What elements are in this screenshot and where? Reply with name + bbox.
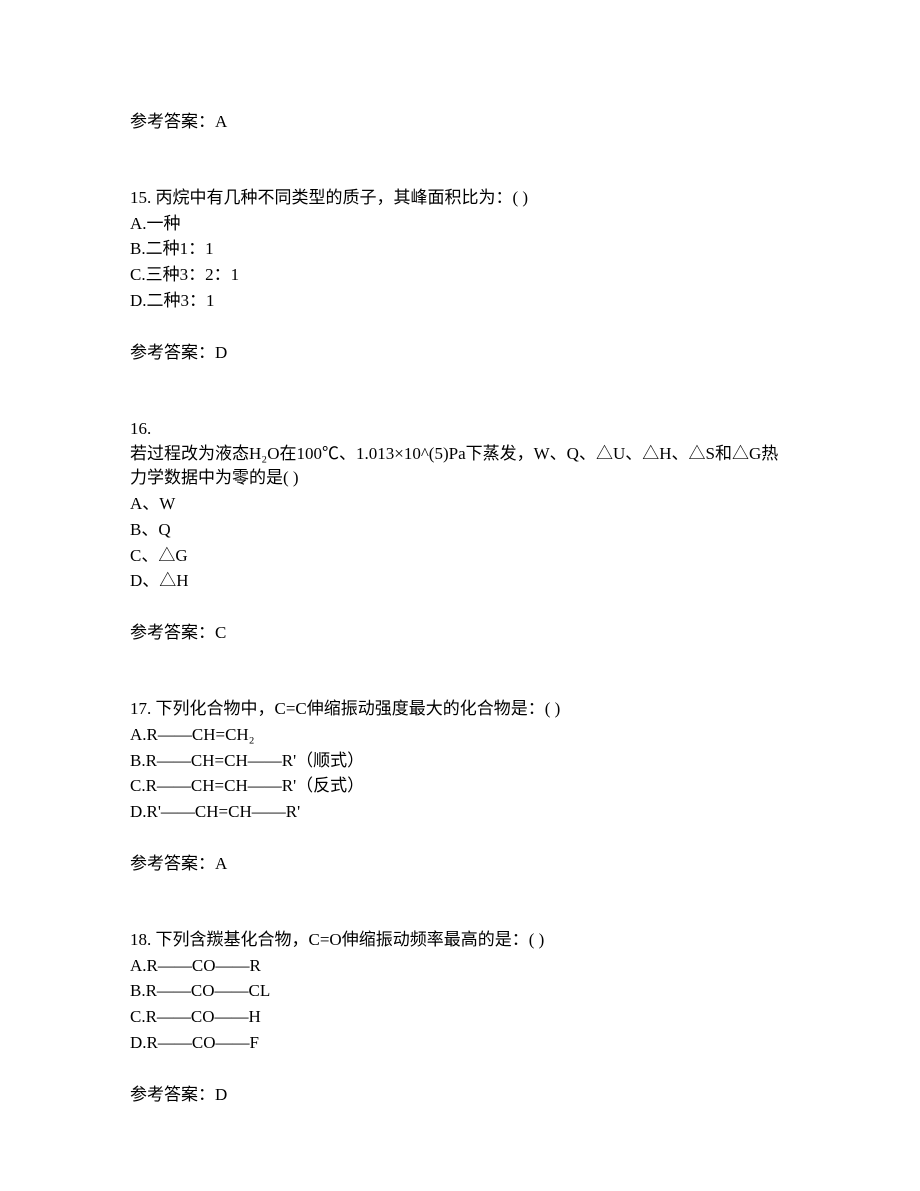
q17-option-a: A.R——CH=CH₂ <box>130 723 790 747</box>
q15-option-a: A.一种 <box>130 212 790 236</box>
question-15: 15. 丙烷中有几种不同类型的质子，其峰面积比为：( ) A.一种 B.二种1：… <box>130 186 790 365</box>
q16-option-c: C、△G <box>130 544 790 568</box>
prev-answer: 参考答案：A <box>130 110 790 134</box>
q16-option-b: B、Q <box>130 518 790 542</box>
q18-answer: 参考答案：D <box>130 1083 790 1107</box>
q17-option-d: D.R'——CH=CH——R' <box>130 800 790 824</box>
q17-answer: 参考答案：A <box>130 852 790 876</box>
q17-option-c: C.R——CH=CH——R'（反式） <box>130 774 790 798</box>
q18-option-c: C.R——CO——H <box>130 1005 790 1029</box>
q18-option-d: D.R——CO——F <box>130 1031 790 1055</box>
q16-answer: 参考答案：C <box>130 621 790 645</box>
q15-answer: 参考答案：D <box>130 341 790 365</box>
q17-text: 17. 下列化合物中，C=C伸缩振动强度最大的化合物是：( ) <box>130 697 790 721</box>
question-17: 17. 下列化合物中，C=C伸缩振动强度最大的化合物是：( ) A.R——CH=… <box>130 697 790 876</box>
q16-number: 16. <box>130 417 790 441</box>
q15-text: 15. 丙烷中有几种不同类型的质子，其峰面积比为：( ) <box>130 186 790 210</box>
q15-option-d: D.二种3：1 <box>130 289 790 313</box>
q16-text: 若过程改为液态H₂O在100℃、1.013×10^(5)Pa下蒸发，W、Q、△U… <box>130 442 790 490</box>
q16-option-d: D、△H <box>130 569 790 593</box>
q15-option-b: B.二种1：1 <box>130 237 790 261</box>
question-16: 16. 若过程改为液态H₂O在100℃、1.013×10^(5)Pa下蒸发，W、… <box>130 417 790 645</box>
q18-option-b: B.R——CO——CL <box>130 979 790 1003</box>
q16-option-a: A、W <box>130 492 790 516</box>
q17-option-b: B.R——CH=CH——R'（顺式） <box>130 749 790 773</box>
question-18: 18. 下列含羰基化合物，C=O伸缩振动频率最高的是：( ) A.R——CO——… <box>130 928 790 1107</box>
q18-text: 18. 下列含羰基化合物，C=O伸缩振动频率最高的是：( ) <box>130 928 790 952</box>
q15-option-c: C.三种3：2：1 <box>130 263 790 287</box>
q18-option-a: A.R——CO——R <box>130 954 790 978</box>
